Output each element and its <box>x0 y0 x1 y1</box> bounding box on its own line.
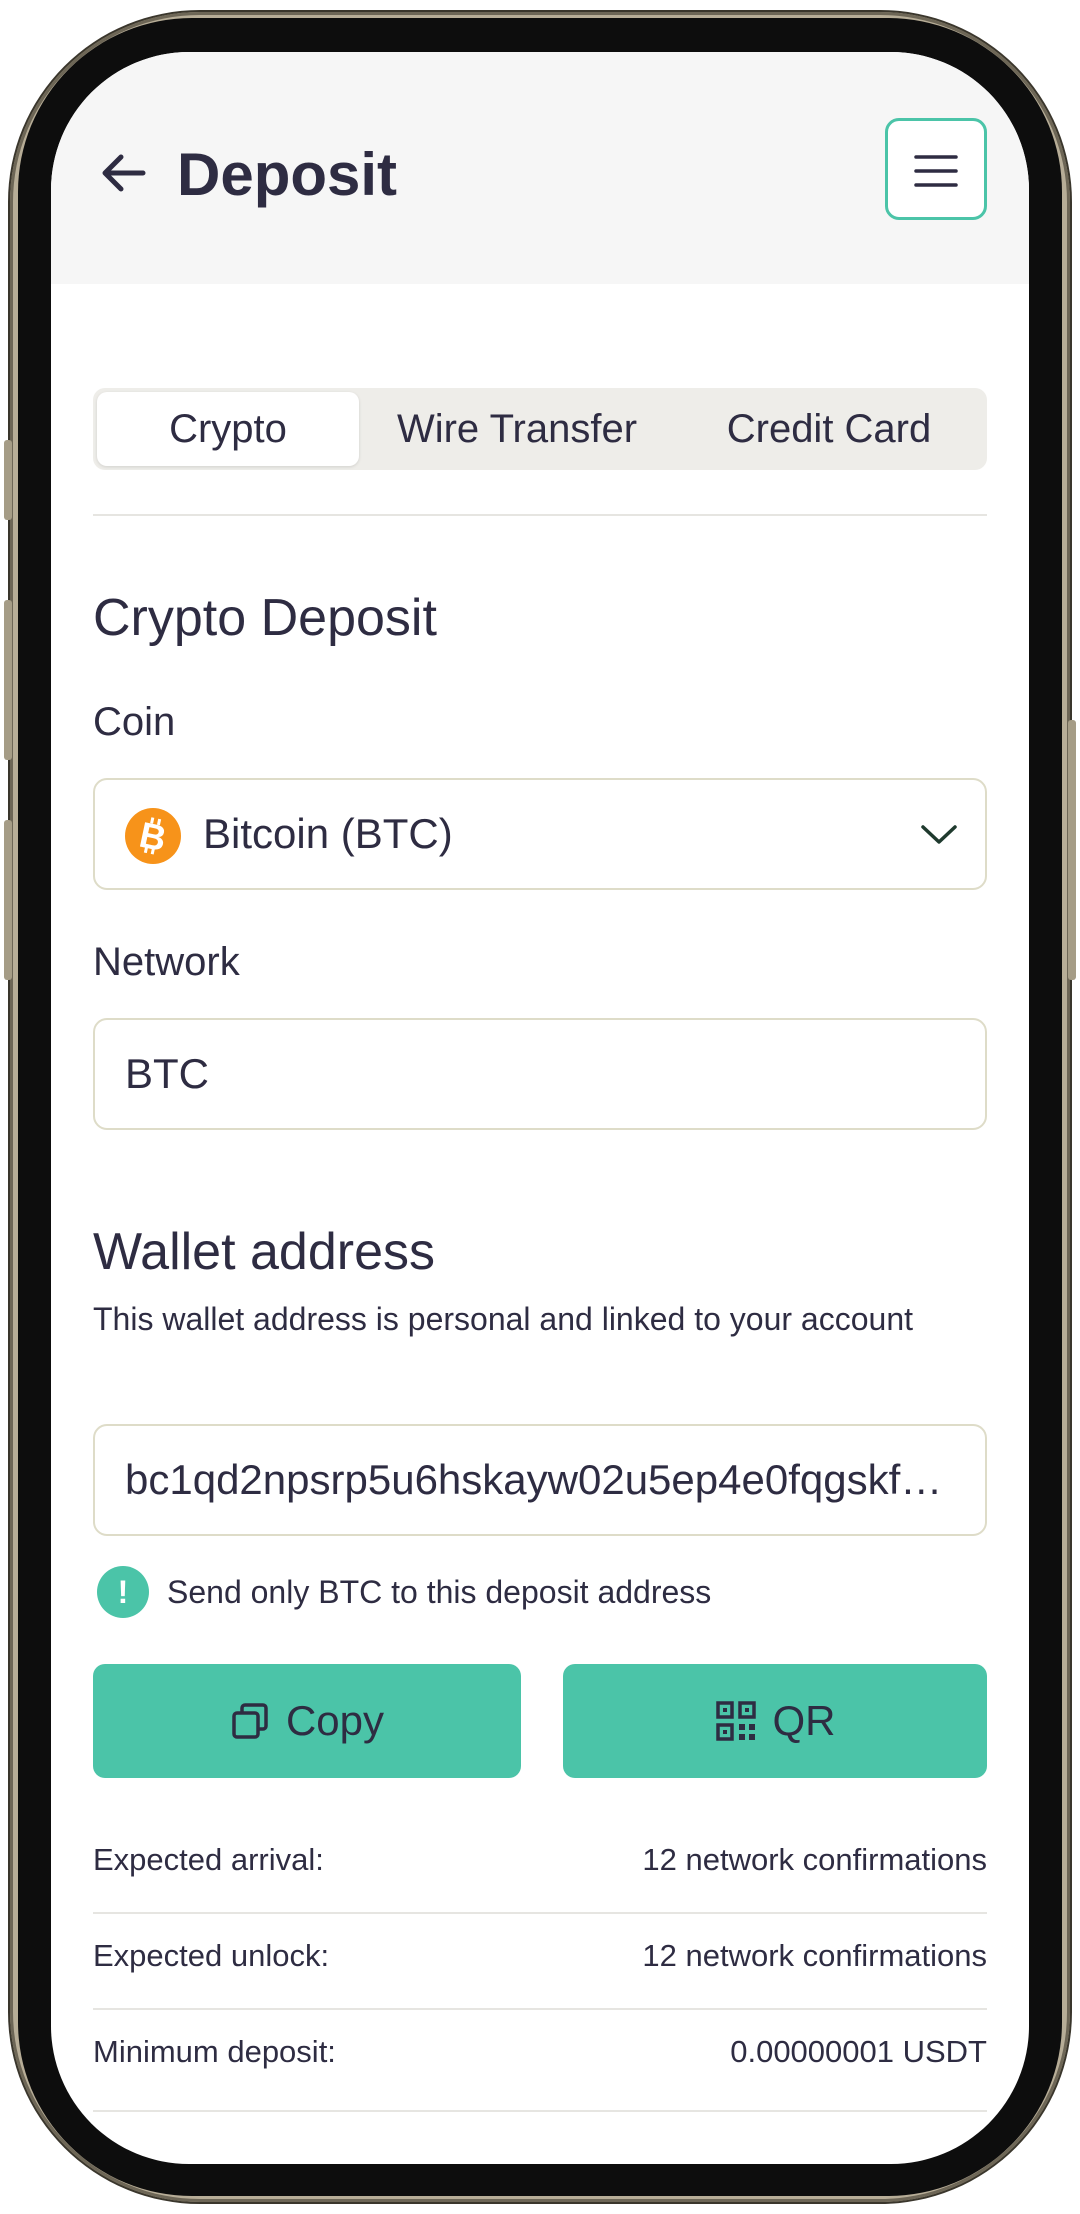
info-row-expected-unlock: Expected unlock: 12 network confirmation… <box>93 1914 987 2010</box>
app-header: Deposit <box>51 52 1029 284</box>
menu-button[interactable] <box>885 118 987 220</box>
side-button <box>1068 720 1076 980</box>
tab-crypto[interactable]: Crypto <box>97 392 359 466</box>
hamburger-icon <box>914 155 958 187</box>
side-button <box>4 820 12 980</box>
coin-select[interactable]: B Bitcoin (BTC) <box>93 778 987 890</box>
wallet-description: This wallet address is personal and link… <box>93 1301 913 1337</box>
wallet-address-title: Wallet address <box>93 1223 435 1281</box>
copy-button[interactable]: Copy <box>93 1664 521 1778</box>
info-row-expected-arrival: Expected arrival: 12 network confirmatio… <box>93 1818 987 1914</box>
divider <box>93 514 987 516</box>
network-field[interactable]: BTC <box>93 1018 987 1130</box>
copy-label: Copy <box>285 1697 385 1744</box>
tab-credit-card[interactable]: Credit Card <box>675 392 983 466</box>
back-arrow-icon[interactable] <box>97 147 149 199</box>
info-label: Minimum deposit: <box>93 2034 336 2069</box>
warning-icon: ! <box>97 1566 149 1618</box>
copy-icon <box>232 1703 268 1739</box>
qr-button[interactable]: QR <box>563 1664 987 1778</box>
bitcoin-icon: B <box>125 808 181 864</box>
coin-label: Coin <box>93 700 176 744</box>
info-label: Expected arrival: <box>93 1842 324 1877</box>
crypto-deposit-title: Crypto Deposit <box>93 589 437 647</box>
qr-code-icon <box>715 1701 756 1741</box>
chevron-down-icon <box>921 825 957 844</box>
network-label: Network <box>93 940 240 984</box>
page-title: Deposit <box>177 141 398 208</box>
coin-value: Bitcoin (BTC) <box>203 810 453 857</box>
info-label: Expected unlock: <box>93 1938 330 1973</box>
screen: Deposit Crypto Wire Transfer Credit Card… <box>51 52 1029 2164</box>
wallet-address-value: bc1qd2npsrp5u6hskayw02u5ep4e0fqgskf… <box>125 1456 943 1503</box>
warning-text: Send only BTC to this deposit address <box>167 1574 712 1610</box>
deposit-method-tabs: Crypto Wire Transfer Credit Card <box>93 388 987 470</box>
info-value: 12 network confirmations <box>642 1842 987 1877</box>
wallet-address-field[interactable]: bc1qd2npsrp5u6hskayw02u5ep4e0fqgskf… <box>93 1424 987 1536</box>
side-button <box>4 600 12 760</box>
network-value: BTC <box>125 1050 209 1097</box>
side-button <box>4 440 12 520</box>
info-row-minimum-deposit: Minimum deposit: 0.00000001 USDT <box>93 2010 987 2112</box>
tab-wire-transfer[interactable]: Wire Transfer <box>361 392 673 466</box>
qr-label: QR <box>772 1697 836 1744</box>
info-value: 0.00000001 USDT <box>730 2034 987 2069</box>
info-value: 12 network confirmations <box>642 1938 987 1973</box>
